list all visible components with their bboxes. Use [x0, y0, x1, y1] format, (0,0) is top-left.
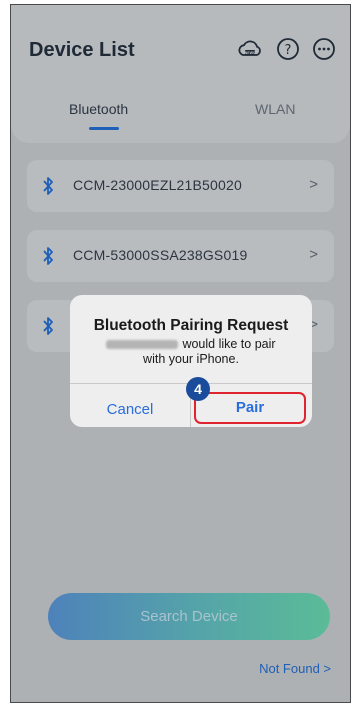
tab-bluetooth[interactable]: Bluetooth [69, 101, 128, 117]
redacted-device-name [106, 340, 179, 350]
step-number-badge: 4 [186, 377, 210, 401]
more-icon[interactable] [310, 35, 338, 63]
cloud-news-icon[interactable]: NEWS [236, 35, 264, 63]
dialog-title: Bluetooth Pairing Request [93, 317, 289, 334]
search-device-button[interactable]: Search Device [48, 593, 330, 640]
chevron-right-icon: > [309, 176, 318, 193]
bluetooth-icon [41, 246, 55, 266]
phone-screen: Device List NEWS ? Bluetooth WLAN CCM-23… [10, 4, 351, 703]
pair-button[interactable]: Pair [194, 392, 306, 424]
bluetooth-icon [41, 176, 55, 196]
dialog-message-line1: would like to pair [182, 337, 276, 351]
cloud-badge-text: NEWS [245, 51, 256, 55]
help-icon[interactable]: ? [274, 35, 302, 63]
header: Device List NEWS ? Bluetooth WLAN [11, 5, 350, 143]
pairing-dialog: Bluetooth Pairing Request would like to … [70, 295, 312, 427]
cancel-button[interactable]: Cancel [70, 401, 190, 418]
svg-text:?: ? [285, 43, 292, 58]
dialog-message-line2: with your iPhone. [143, 352, 239, 366]
active-tab-indicator [89, 127, 119, 130]
not-found-link[interactable]: Not Found > [259, 661, 331, 676]
bluetooth-icon [41, 316, 55, 336]
device-row[interactable]: CCM-23000EZL21B50020 > [27, 160, 334, 212]
device-name: CCM-23000EZL21B50020 [73, 177, 242, 193]
tab-wlan[interactable]: WLAN [255, 101, 295, 117]
chevron-right-icon: > [309, 246, 318, 263]
page-title: Device List [29, 39, 135, 61]
device-row[interactable]: CCM-53000SSA238GS019 > [27, 230, 334, 282]
dialog-message: would like to pair with your iPhone. [70, 337, 312, 367]
device-name: CCM-53000SSA238GS019 [73, 247, 248, 263]
